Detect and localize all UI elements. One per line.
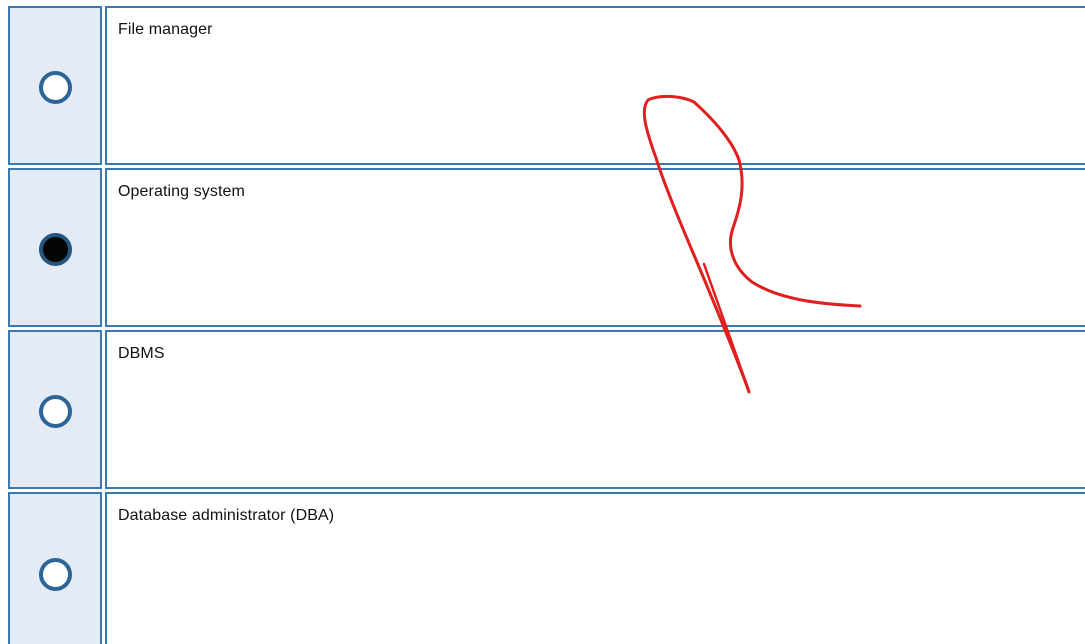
answer-option-file-manager[interactable]: File manager — [8, 6, 1085, 165]
option-text-cell[interactable]: Database administrator (DBA) — [105, 492, 1085, 644]
option-text-cell[interactable]: File manager — [105, 6, 1085, 165]
answer-option-dba[interactable]: Database administrator (DBA) — [8, 492, 1085, 644]
option-label-dbms: DBMS — [118, 345, 165, 362]
option-text-cell[interactable]: DBMS — [105, 330, 1085, 489]
option-label-operating-system: Operating system — [118, 183, 245, 200]
radio-checked-icon[interactable] — [38, 233, 72, 266]
radio-cell[interactable] — [8, 492, 102, 644]
option-label-file-manager: File manager — [118, 21, 213, 38]
radio-cell[interactable] — [8, 330, 102, 489]
radio-unchecked-icon[interactable] — [38, 395, 72, 428]
radio-unchecked-icon[interactable] — [38, 557, 72, 591]
answer-option-dbms[interactable]: DBMS — [8, 330, 1085, 489]
radio-cell[interactable] — [8, 168, 102, 327]
option-label-dba: Database administrator (DBA) — [118, 507, 335, 524]
answer-options-panel: File manager Operating system DBMS Datab… — [0, 0, 1085, 644]
answer-option-operating-system[interactable]: Operating system — [8, 168, 1085, 327]
option-text-cell[interactable]: Operating system — [105, 168, 1085, 327]
radio-unchecked-icon[interactable] — [38, 71, 72, 104]
radio-cell[interactable] — [8, 6, 102, 165]
